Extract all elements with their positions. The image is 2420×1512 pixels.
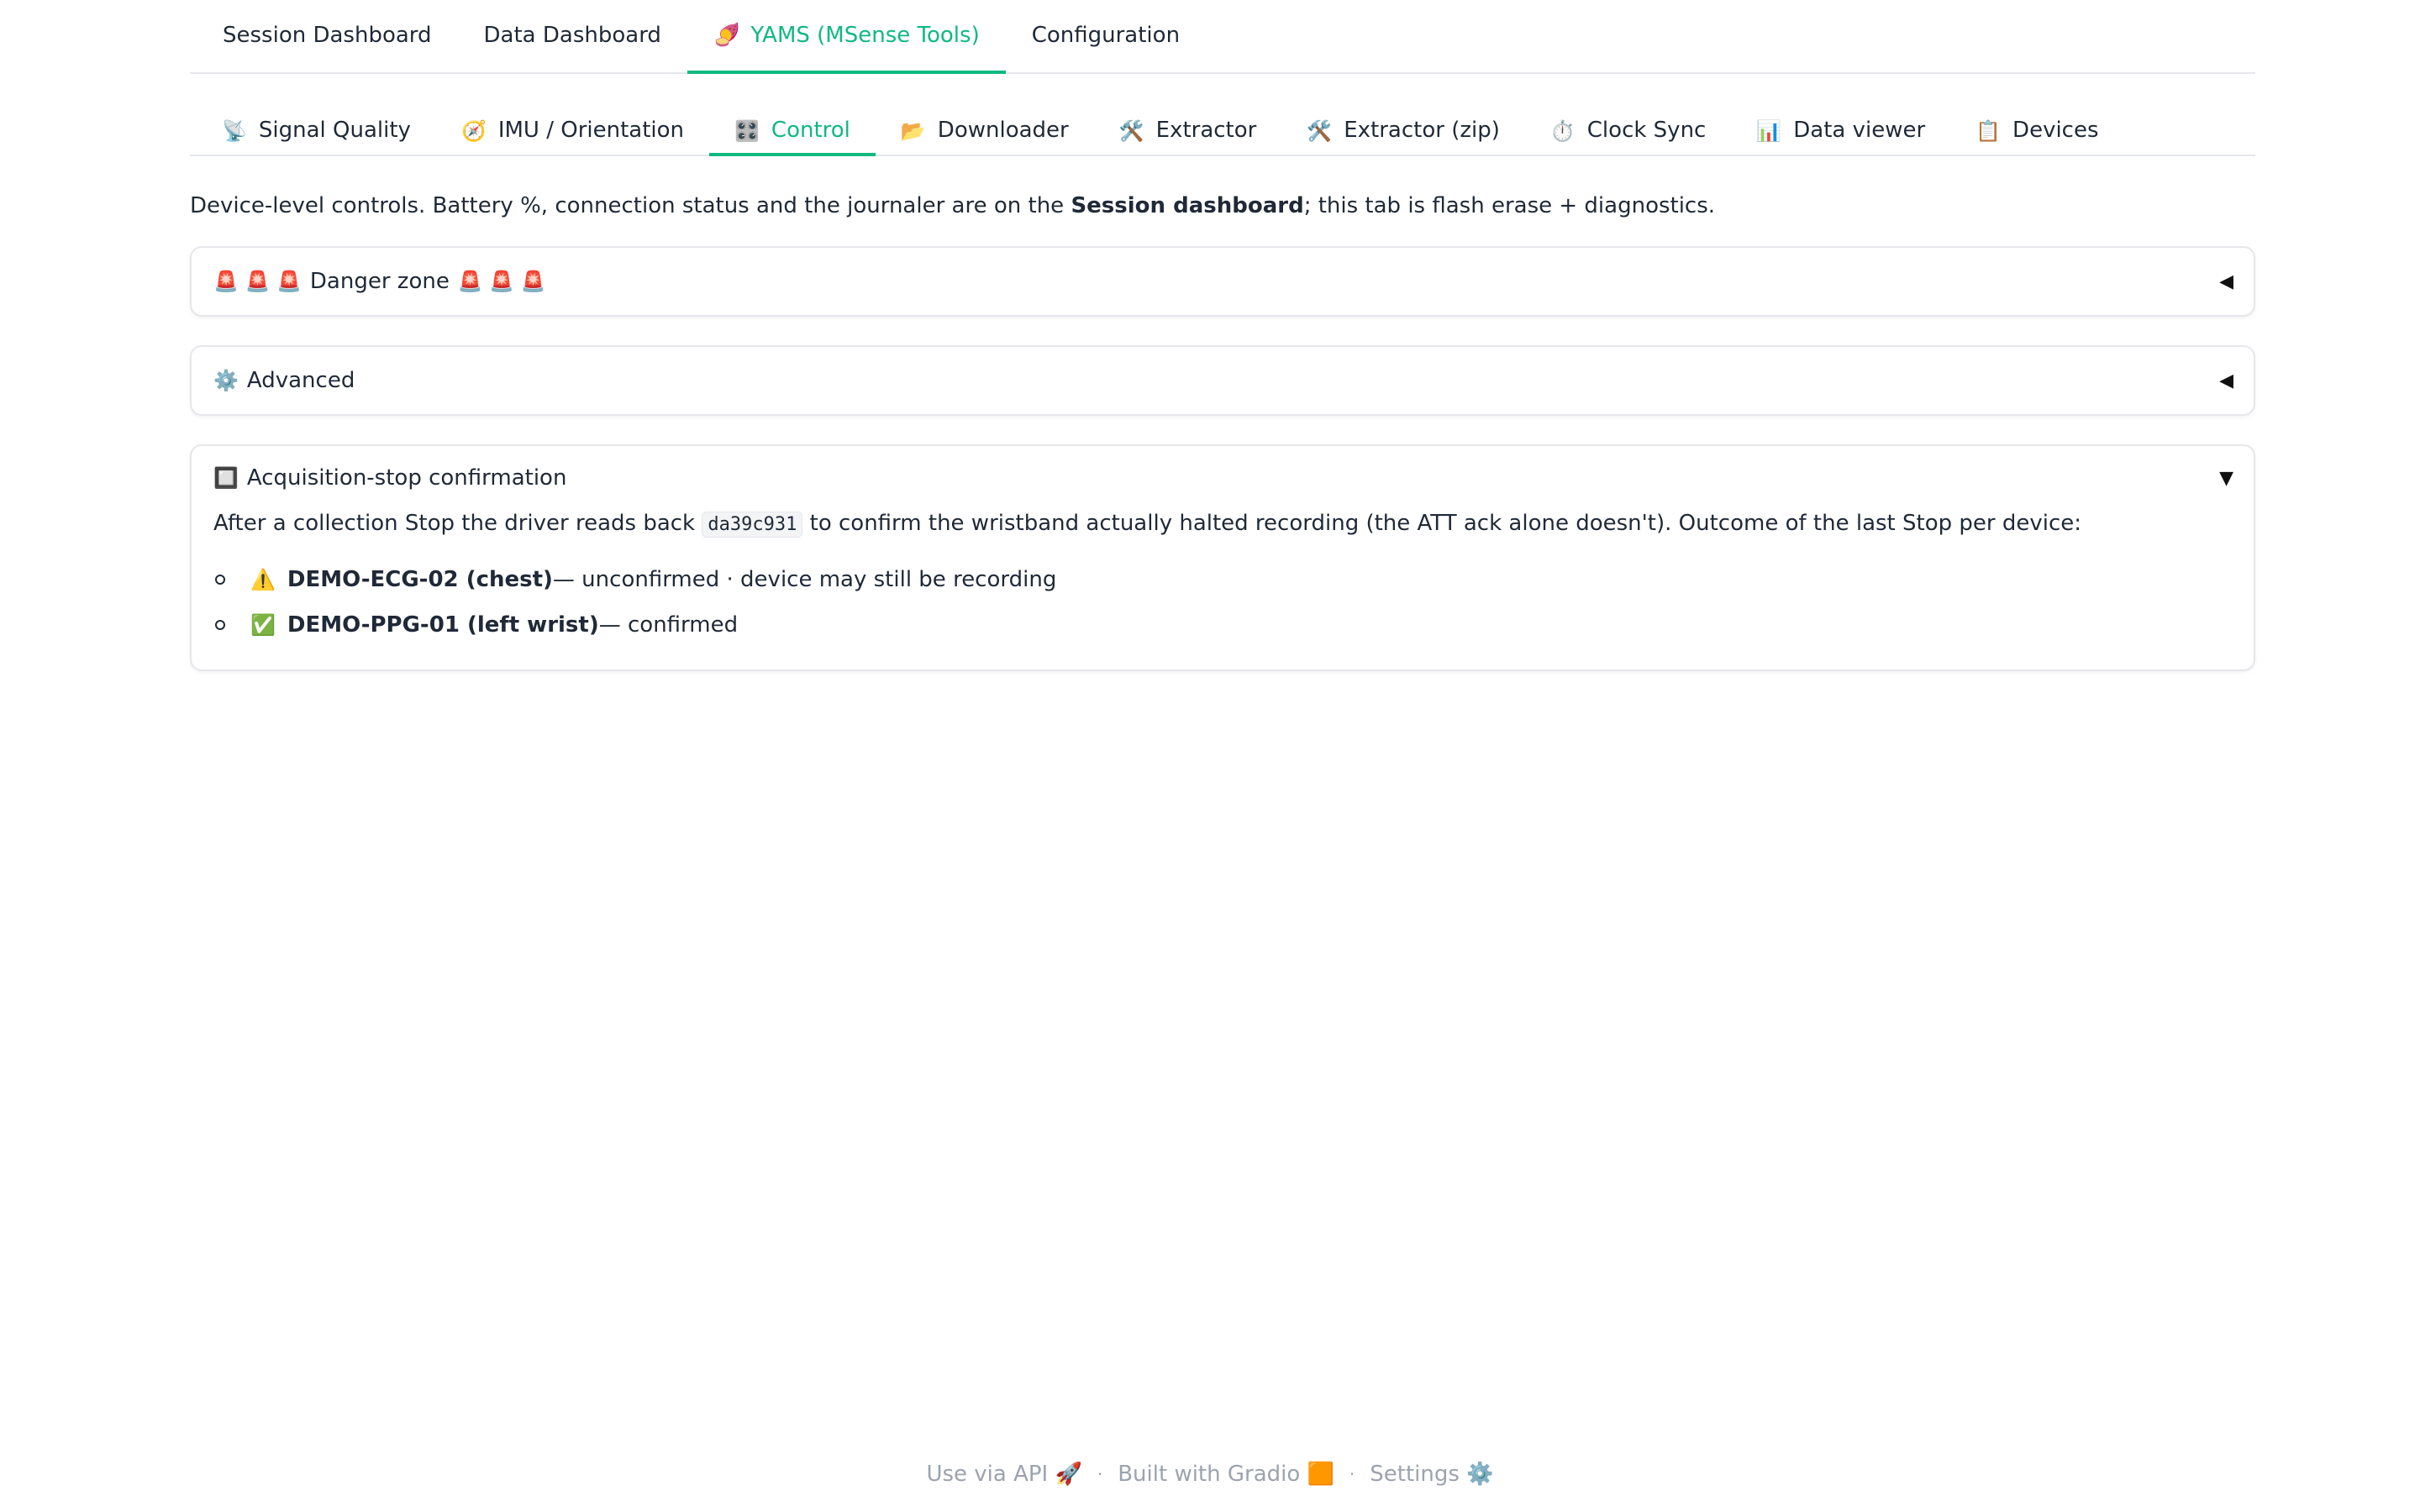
tools-icon: 🛠️ bbox=[1307, 119, 1333, 143]
tab-session-dashboard[interactable]: Session Dashboard bbox=[197, 0, 458, 72]
intro-part1: Device-level controls. Battery %, connec… bbox=[190, 193, 1071, 218]
tab-data-dashboard[interactable]: Data Dashboard bbox=[458, 0, 687, 72]
api-label: Use via API bbox=[926, 1462, 1049, 1487]
desc-part2: to confirm the wristband actually halted… bbox=[802, 511, 2082, 537]
intro-bold: Session dashboard bbox=[1071, 193, 1304, 218]
bar-chart-icon: 📊 bbox=[1756, 119, 1782, 143]
subtab-devices[interactable]: 📋 Devices bbox=[1950, 72, 2123, 155]
compass-icon: 🧭 bbox=[460, 119, 487, 143]
caret-left-icon: ◀ bbox=[2219, 370, 2233, 391]
tab-yams-msense-tools[interactable]: 🍠 YAMS (MSense Tools) bbox=[687, 0, 1006, 74]
gradio-label: Built with Gradio bbox=[1118, 1462, 1301, 1487]
use-via-api-link[interactable]: Use via API 🚀 bbox=[926, 1462, 1081, 1487]
clipboard-icon: 📋 bbox=[1975, 119, 2002, 143]
built-with-gradio-link[interactable]: Built with Gradio 🟧 bbox=[1118, 1462, 1334, 1487]
device-name: DEMO-PPG-01 (left wrist) bbox=[287, 612, 599, 638]
settings-link[interactable]: Settings ⚙️ bbox=[1370, 1462, 1493, 1487]
subtab-control[interactable]: 🎛️ Control bbox=[709, 72, 876, 156]
device-status: — confirmed bbox=[598, 612, 739, 638]
top-tab-bar: Session Dashboard Data Dashboard 🍠 YAMS … bbox=[190, 0, 2255, 74]
footer: Use via API 🚀 · Built with Gradio 🟧 · Se… bbox=[0, 1462, 2420, 1487]
danger-zone-label: Danger zone bbox=[309, 269, 450, 295]
bullet-icon bbox=[215, 574, 225, 585]
tab-label: Data Dashboard bbox=[483, 23, 661, 48]
acquisition-stop-accordion: 🔲 Acquisition-stop confirmation ▼ After … bbox=[190, 444, 2255, 671]
separator: · bbox=[1349, 1464, 1355, 1484]
code-snippet: da39c931 bbox=[702, 512, 803, 538]
subtab-signal-quality[interactable]: 📡 Signal Quality bbox=[197, 72, 436, 155]
subtab-label: Signal Quality bbox=[258, 118, 411, 143]
list-item: ⚠️ DEMO-ECG-02 (chest) — unconfirmed · d… bbox=[213, 557, 2232, 602]
subtab-extractor[interactable]: 🛠️ Extractor bbox=[1094, 72, 1282, 155]
list-item: ✅ DEMO-PPG-01 (left wrist) — confirmed bbox=[213, 602, 2232, 648]
caret-left-icon: ◀ bbox=[2219, 270, 2233, 292]
device-status-list: ⚠️ DEMO-ECG-02 (chest) — unconfirmed · d… bbox=[213, 557, 2232, 648]
device-name: DEMO-ECG-02 (chest) bbox=[287, 566, 553, 592]
tab-label: Session Dashboard bbox=[223, 23, 432, 48]
subtab-imu-orientation[interactable]: 🧭 IMU / Orientation bbox=[436, 72, 709, 155]
gradio-logo-icon: 🟧 bbox=[1307, 1462, 1334, 1487]
control-knobs-icon: 🎛️ bbox=[734, 119, 760, 143]
advanced-accordion: ⚙️ Advanced ◀ bbox=[190, 345, 2255, 417]
satellite-icon: 📡 bbox=[222, 119, 247, 143]
tab-label: Configuration bbox=[1031, 23, 1181, 48]
checkbox-square-icon: 🔲 bbox=[213, 466, 239, 491]
tools-icon: 🛠️ bbox=[1118, 119, 1144, 143]
main-container: Session Dashboard Data Dashboard 🍠 YAMS … bbox=[190, 0, 2255, 671]
subtab-clock-sync[interactable]: ⏱️ Clock Sync bbox=[1525, 72, 1731, 155]
acquisition-stop-header[interactable]: 🔲 Acquisition-stop confirmation ▼ bbox=[192, 446, 2254, 510]
tab-label: YAMS (MSense Tools) bbox=[750, 23, 980, 48]
danger-zone-accordion: 🚨 🚨 🚨 Danger zone 🚨 🚨 🚨 ◀ bbox=[190, 246, 2255, 318]
sweet-potato-icon: 🍠 bbox=[713, 23, 741, 48]
separator: · bbox=[1097, 1464, 1103, 1484]
bullet-icon bbox=[215, 619, 225, 630]
subtab-label: Extractor bbox=[1155, 118, 1257, 143]
stopwatch-icon: ⏱️ bbox=[1549, 119, 1576, 143]
check-mark-icon: ✅ bbox=[250, 612, 276, 637]
settings-label: Settings bbox=[1370, 1462, 1460, 1487]
gear-icon: ⚙️ bbox=[1466, 1462, 1494, 1487]
device-status: — unconfirmed · device may still be reco… bbox=[552, 566, 1057, 592]
subtab-label: Downloader bbox=[937, 118, 1069, 143]
tab-configuration[interactable]: Configuration bbox=[1006, 0, 1206, 72]
intro-text: Device-level controls. Battery %, connec… bbox=[190, 193, 2255, 219]
warning-icon: ⚠️ bbox=[250, 567, 276, 591]
intro-part2: ; this tab is flash erase + diagnostics. bbox=[1303, 193, 1716, 218]
acquisition-stop-body: After a collection Stop the driver reads… bbox=[192, 510, 2254, 669]
caret-down-icon: ▼ bbox=[2219, 467, 2233, 489]
subtab-label: Extractor (zip) bbox=[1344, 118, 1500, 143]
subtab-label: IMU / Orientation bbox=[497, 118, 685, 143]
folder-icon: 📂 bbox=[900, 119, 926, 143]
subtab-data-viewer[interactable]: 📊 Data viewer bbox=[1731, 72, 1950, 155]
subtab-label: Control bbox=[771, 118, 850, 143]
subtab-extractor-zip[interactable]: 🛠️ Extractor (zip) bbox=[1281, 72, 1525, 155]
advanced-label: Advanced bbox=[246, 368, 355, 394]
subtab-downloader[interactable]: 📂 Downloader bbox=[876, 72, 1094, 155]
sub-tab-bar: 📡 Signal Quality 🧭 IMU / Orientation 🎛️ … bbox=[190, 74, 2255, 156]
gear-icon: ⚙️ bbox=[213, 369, 239, 393]
subtab-label: Data viewer bbox=[1793, 118, 1926, 143]
siren-icon: 🚨 🚨 🚨 bbox=[457, 270, 546, 294]
siren-icon: 🚨 🚨 🚨 bbox=[213, 270, 302, 294]
advanced-header[interactable]: ⚙️ Advanced ◀ bbox=[192, 347, 2254, 414]
rocket-icon: 🚀 bbox=[1055, 1462, 1082, 1487]
subtab-label: Devices bbox=[2012, 118, 2099, 143]
acquisition-stop-label: Acquisition-stop confirmation bbox=[246, 465, 567, 491]
subtab-label: Clock Sync bbox=[1586, 118, 1707, 143]
desc-part1: After a collection Stop the driver reads… bbox=[213, 511, 702, 537]
acquisition-stop-description: After a collection Stop the driver reads… bbox=[213, 510, 2232, 538]
danger-zone-header[interactable]: 🚨 🚨 🚨 Danger zone 🚨 🚨 🚨 ◀ bbox=[192, 248, 2254, 315]
